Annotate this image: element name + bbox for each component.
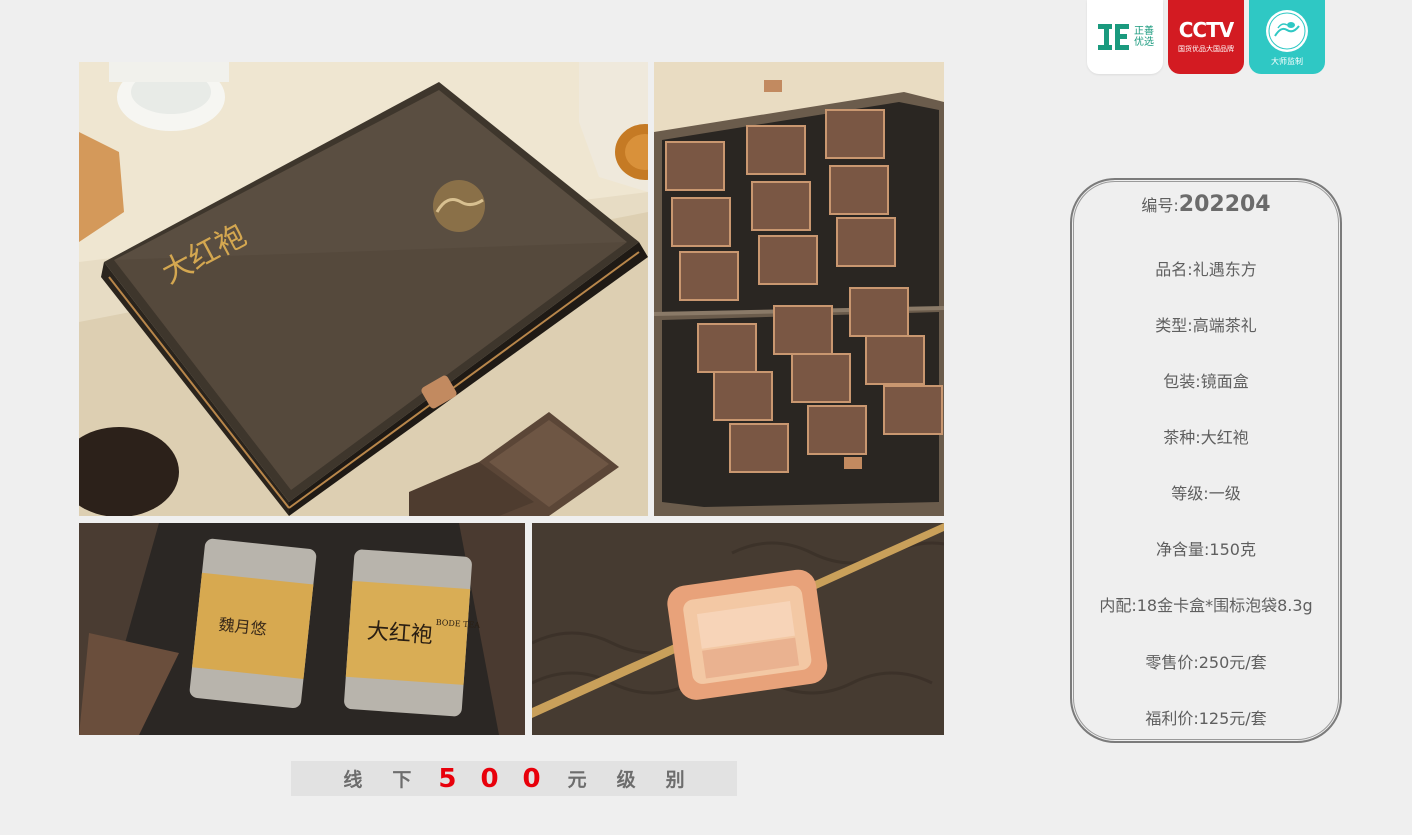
spec-code-label: 编号: <box>1141 196 1179 215</box>
master-badge: 大师监制 <box>1249 0 1325 74</box>
master-subtitle: 大师监制 <box>1271 56 1303 66</box>
level-char: 下 <box>392 769 412 791</box>
zhengshan-logo-icon <box>1098 24 1129 50</box>
spec-row-net-weight: 净含量:150克 <box>1156 540 1256 559</box>
spec-row-grade: 等级:一级 <box>1171 484 1241 503</box>
spec-row-contents: 内配:18金卡盒*围标泡袋8.3g <box>1099 596 1313 615</box>
spec-row-name: 品名:礼遇东方 <box>1155 260 1257 279</box>
level-char: 别 <box>665 769 685 791</box>
level-char: 线 <box>343 769 363 791</box>
master-seal-icon <box>1266 9 1308 52</box>
tea-cans-photo: 魏月悠 大红袍 BODE TEA <box>79 523 525 735</box>
zhengshan-badge: 正善 优选 <box>1087 0 1163 74</box>
spec-code-row: 编号:202204 <box>1072 192 1340 217</box>
product-box-photo: 大红袍 <box>79 62 648 516</box>
spec-row-retail-price: 零售价:250元/套 <box>1145 653 1267 672</box>
cctv-badge: CCTV 国货优品大国品牌 <box>1168 0 1244 74</box>
level-digit: 0 <box>480 763 499 794</box>
spec-row-welfare-price: 福利价:125元/套 <box>1145 709 1267 728</box>
spec-row-packaging: 包装:镜面盒 <box>1163 372 1249 391</box>
level-digit: 0 <box>522 763 541 794</box>
cctv-logo: CCTV <box>1178 18 1234 42</box>
level-char: 级 <box>616 769 636 791</box>
spec-row-tea-kind: 茶种:大红袍 <box>1163 428 1249 447</box>
can2-label: 大红袍 <box>366 619 434 649</box>
badge-label-bottom: 优选 <box>1134 37 1154 48</box>
spec-row-type: 类型:高端茶礼 <box>1155 316 1257 335</box>
level-char: 元 <box>567 769 587 791</box>
open-box-photo <box>654 62 944 516</box>
level-digit: 5 <box>438 763 457 794</box>
spec-code-value: 202204 <box>1178 192 1271 217</box>
badge-label-top: 正善 <box>1134 26 1154 37</box>
cctv-subtitle: 国货优品大国品牌 <box>1178 45 1234 53</box>
clasp-detail-photo <box>532 523 944 735</box>
price-level-bar: 线 下 5 0 0 元 级 别 <box>291 761 737 796</box>
product-spec-card: 编号:202204 品名:礼遇东方 类型:高端茶礼 包装:镜面盒 茶种:大红袍 … <box>1070 178 1342 743</box>
